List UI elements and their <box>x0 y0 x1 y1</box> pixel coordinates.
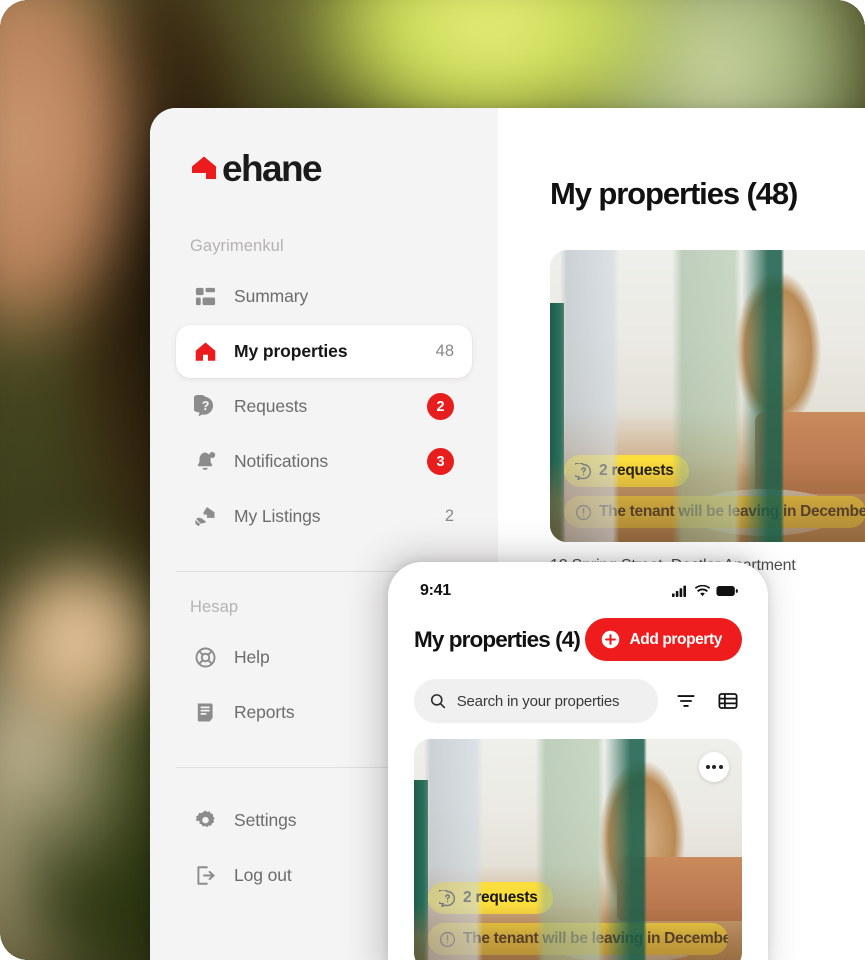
list-view-icon <box>718 693 738 709</box>
living-room-photo: 2 requests The tenant will be leaving in… <box>550 250 865 542</box>
battery-icon <box>716 585 738 597</box>
add-property-label: Add property <box>629 630 722 648</box>
property-badges: 2 requests The tenant will be leaving in… <box>428 882 728 955</box>
sidebar-item-requests[interactable]: Requests 2 <box>176 380 472 433</box>
tenant-notice-label: The tenant will be leaving in December 2… <box>599 503 865 520</box>
brand-logo[interactable]: ehane <box>190 150 472 187</box>
requests-badge-label: 2 requests <box>599 462 674 479</box>
question-circle-icon <box>439 889 456 907</box>
property-card[interactable]: 2 requests The tenant will be leaving in… <box>414 739 742 960</box>
search-input[interactable] <box>456 692 642 710</box>
mobile-page-title: My properties (4) <box>414 626 581 652</box>
living-room-photo: 2 requests The tenant will be leaving in… <box>414 739 742 960</box>
question-chat-icon <box>194 395 214 417</box>
cellular-signal-icon <box>672 585 686 597</box>
search-box[interactable] <box>414 679 658 723</box>
requests-badge[interactable]: 2 requests <box>428 882 553 914</box>
gear-icon <box>195 810 215 828</box>
report-icon <box>197 703 213 722</box>
sidebar-item-badge: 3 <box>427 448 454 475</box>
requests-badge-label: 2 requests <box>463 889 538 906</box>
bell-icon <box>197 452 216 470</box>
dashboard-icon <box>195 287 216 306</box>
sidebar-item-label: My Listings <box>234 506 321 526</box>
wifi-icon <box>695 585 710 597</box>
home-icon <box>195 342 216 361</box>
screenshot-scene: ehane Gayrimenkul Summary My properties … <box>0 0 865 960</box>
list-view-button[interactable] <box>714 687 742 715</box>
requests-badge[interactable]: 2 requests <box>564 455 689 487</box>
status-bar-icons <box>672 585 738 597</box>
corner-mask-bottom-right <box>837 932 865 960</box>
logout-icon <box>197 866 215 885</box>
hand-house-icon <box>195 507 215 527</box>
sidebar-item-count: 48 <box>435 342 454 360</box>
sidebar-item-my-listings[interactable]: My Listings 2 <box>176 490 472 543</box>
corner-mask-top-right <box>837 0 865 28</box>
tenant-notice-label: The tenant will be leaving in December 2… <box>463 930 728 947</box>
sidebar-nav-list-gayrimenkul: Summary My properties 48 Requests 2 Noti… <box>176 270 472 543</box>
sidebar-item-badge: 2 <box>427 393 454 420</box>
sidebar-item-my-properties[interactable]: My properties 48 <box>176 325 472 378</box>
more-options-icon[interactable] <box>699 752 729 782</box>
photo-sofa-detail <box>617 856 742 921</box>
mobile-search-row <box>414 679 742 723</box>
sidebar-item-label: My properties <box>234 341 348 361</box>
alert-circle-icon <box>439 931 456 947</box>
filter-icon <box>677 695 695 707</box>
sidebar-item-label: Notifications <box>234 451 329 471</box>
search-icon <box>430 694 446 709</box>
question-circle-icon <box>575 462 592 480</box>
filter-button[interactable] <box>672 687 700 715</box>
mobile-header: My properties (4) Add property <box>414 618 742 661</box>
sidebar-item-label: Summary <box>234 286 309 306</box>
sidebar-item-notifications[interactable]: Notifications 3 <box>176 435 472 488</box>
photo-sofa-detail <box>754 412 865 494</box>
house-logo-icon <box>192 156 216 179</box>
property-badges: 2 requests The tenant will be leaving in… <box>564 455 865 528</box>
plus-circle-icon <box>602 630 620 649</box>
sidebar-item-label: Requests <box>234 396 308 416</box>
tenant-notice-badge[interactable]: The tenant will be leaving in December 2… <box>428 923 728 955</box>
sidebar-item-count: 2 <box>444 507 454 525</box>
sidebar-item-summary[interactable]: Summary <box>176 270 472 323</box>
corner-mask-bottom-left <box>0 932 28 960</box>
page-title: My properties (48) <box>550 176 798 211</box>
corner-mask-top-left <box>0 0 28 28</box>
tenant-notice-badge[interactable]: The tenant will be leaving in December 2… <box>564 496 865 528</box>
sidebar-section-label-gayrimenkul: Gayrimenkul <box>190 237 284 255</box>
alert-circle-icon <box>575 504 592 520</box>
photo-rug-detail <box>688 489 841 536</box>
lifebuoy-icon <box>195 647 216 668</box>
brand-name: ehane <box>222 148 323 189</box>
mobile-app-window: 9:41 My properties (4) Add property Sear… <box>388 562 768 960</box>
photo-rug-detail <box>551 926 703 960</box>
add-property-button[interactable]: Add property <box>585 618 742 661</box>
status-bar-time: 9:41 <box>420 582 451 599</box>
property-card[interactable]: 2 requests The tenant will be leaving in… <box>550 250 865 575</box>
property-card-grid: 2 requests The tenant will be leaving in… <box>550 250 865 575</box>
mobile-status-bar: 9:41 <box>414 562 742 614</box>
